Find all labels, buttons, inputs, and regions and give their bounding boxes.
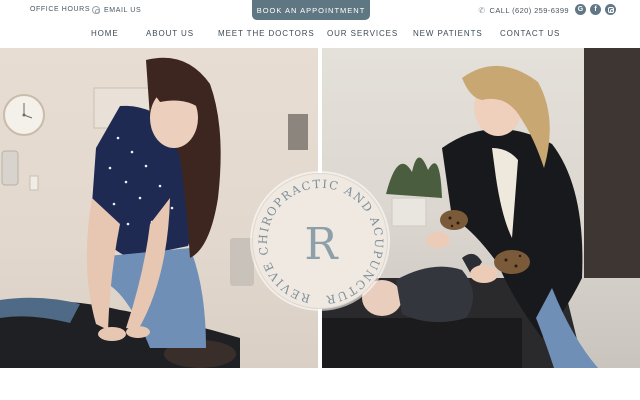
hero-section: REVIVE CHIROPRACTIC AND ACUPUNCTURE R <box>0 48 640 368</box>
social-links: G f <box>575 4 616 15</box>
nav-meet-the-doctors[interactable]: MEET THE DOCTORS <box>218 29 315 38</box>
office-hours-label: OFFICE HOURS <box>30 6 91 13</box>
nav-new-patients[interactable]: NEW PATIENTS <box>413 29 483 38</box>
email-icon <box>92 6 100 14</box>
revive-logo: REVIVE CHIROPRACTIC AND ACUPUNCTURE R <box>248 163 385 307</box>
office-hours-link[interactable]: OFFICE HOURS <box>30 6 90 13</box>
revive-logo-badge: REVIVE CHIROPRACTIC AND ACUPUNCTURE R <box>248 163 388 309</box>
top-utility-bar: OFFICE HOURS EMAIL US BOOK AN APPOINTMEN… <box>0 0 640 22</box>
instagram-icon[interactable] <box>605 4 616 15</box>
phone-link[interactable]: ✆ CALL (620) 259-6399 <box>478 6 569 15</box>
email-us-link[interactable]: EMAIL US <box>92 6 141 14</box>
facebook-icon[interactable]: f <box>590 4 601 15</box>
nav-about-us[interactable]: ABOUT US <box>146 29 194 38</box>
phone-icon: ✆ <box>478 5 486 15</box>
email-label: EMAIL US <box>104 6 142 14</box>
google-icon[interactable]: G <box>575 4 586 15</box>
phone-number: CALL (620) 259-6399 <box>489 6 569 15</box>
book-appointment-button[interactable]: BOOK AN APPOINTMENT <box>252 0 370 20</box>
main-nav: HOME ABOUT US MEET THE DOCTORS OUR SERVI… <box>0 29 640 41</box>
nav-contact-us[interactable]: CONTACT US <box>500 29 560 38</box>
nav-home[interactable]: HOME <box>91 29 119 38</box>
logo-monogram: R <box>304 219 339 270</box>
nav-our-services[interactable]: OUR SERVICES <box>327 29 398 38</box>
